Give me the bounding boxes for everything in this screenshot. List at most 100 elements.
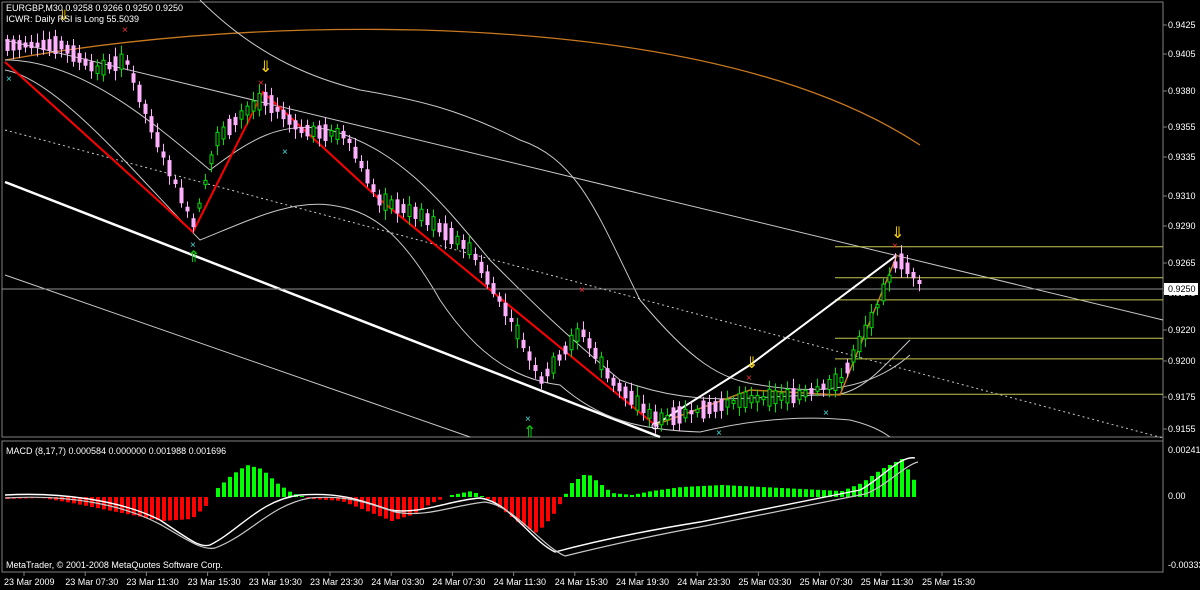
macd-bar (792, 488, 796, 497)
macd-bar (612, 493, 616, 497)
macd-bar (720, 485, 724, 497)
macd-bar (906, 469, 910, 497)
macd-bar (420, 497, 424, 509)
candle-body (725, 399, 730, 408)
candle-body (713, 401, 718, 412)
macd-axis: 0.00241 0.00 -0.00333 (1168, 445, 1200, 570)
candle-body (773, 390, 778, 405)
candle-body (389, 199, 394, 210)
candle-body (113, 56, 118, 72)
candle-body (539, 376, 544, 384)
candle-body (179, 187, 184, 204)
macd-bar (876, 471, 880, 497)
candle-body (125, 60, 130, 65)
candle-body (839, 376, 844, 384)
candle-body (599, 356, 604, 371)
time-tick-label: 24 Mar 11:30 (494, 577, 546, 587)
macd-histogram (6, 459, 916, 533)
macd-bar (252, 466, 256, 497)
candle-body (185, 206, 190, 212)
cross-icon: × (579, 285, 585, 296)
price-tick-label: 0.9405 (1168, 49, 1196, 59)
macd-bar (672, 488, 676, 497)
candle-body (41, 39, 46, 51)
candle-body (173, 179, 178, 185)
cross-icon: × (823, 408, 829, 419)
candle-body (635, 395, 640, 411)
macd-bar (624, 494, 628, 497)
macd-bar (240, 468, 244, 497)
copyright-text: MetaTrader, © 2001-2008 MetaQuotes Softw… (6, 560, 223, 570)
time-tick-label: 25 Mar 15:30 (922, 577, 975, 587)
candle-body (731, 399, 736, 405)
macd-bar (276, 483, 280, 497)
macd-bar (300, 496, 304, 497)
macd-bar (642, 492, 646, 497)
macd-bar (528, 497, 532, 530)
trading-chart[interactable]: ⇓ ⇓ ⇓ ⇓ ⇑ ⇑ × × × × × × × × × × × EURGBP… (0, 0, 1200, 590)
macd-bar (102, 497, 106, 510)
candle-body (473, 253, 478, 261)
candle-body (821, 383, 826, 390)
time-tick-label: 25 Mar 03:30 (738, 577, 791, 587)
macd-bar (540, 497, 544, 528)
candle-body (467, 242, 472, 255)
cross-icon: × (746, 373, 752, 384)
candle-body (257, 92, 262, 111)
candle-body (785, 388, 790, 404)
candle-body (299, 126, 304, 134)
macd-bar (816, 489, 820, 497)
cross-icon: × (190, 240, 196, 251)
price-axis: 0.9425 0.9405 0.9380 0.9355 0.9335 0.9310 0.92… (1163, 20, 1196, 434)
macd-bar (648, 491, 652, 497)
candle-body (155, 132, 160, 148)
macd-bar (258, 468, 262, 497)
candle-body (419, 208, 424, 222)
candle-body (353, 146, 358, 159)
candle-body (437, 222, 442, 233)
macd-bar (900, 459, 904, 497)
candle-body (629, 390, 634, 405)
candle-body (197, 202, 202, 209)
candle-body (563, 345, 568, 355)
macd-bar (732, 485, 736, 497)
candle-body (611, 377, 616, 386)
macd-bar (468, 491, 472, 497)
macd-bar (558, 497, 562, 505)
macd-bar (186, 497, 190, 520)
cross-icon: × (122, 25, 128, 36)
candle-body (761, 396, 766, 401)
candle-body (575, 328, 580, 342)
macd-bar (192, 497, 196, 518)
candle-body (209, 154, 214, 165)
candle-body (377, 194, 382, 206)
candle-body (293, 120, 298, 130)
macd-tick-label: -0.00333 (1168, 560, 1200, 570)
candle-body (491, 283, 496, 294)
price-tick-label: 0.9265 (1168, 258, 1196, 268)
macd-bar (432, 497, 436, 503)
candle-body (545, 368, 550, 377)
macd-bar (726, 485, 730, 497)
time-tick-label: 23 Mar 19:30 (249, 577, 302, 587)
upper-band (199, 0, 911, 391)
candle-body (719, 399, 724, 411)
candle-body (653, 411, 658, 427)
candle-body (671, 407, 676, 426)
macd-bar (360, 497, 364, 509)
candle-body (809, 388, 814, 395)
candle-body (911, 272, 916, 279)
macd-bar (486, 497, 490, 499)
candle-body (281, 109, 286, 120)
macd-bar (216, 488, 220, 497)
candle-body (845, 362, 850, 374)
candle-body (647, 408, 652, 419)
candle-body (269, 95, 274, 113)
candle-body (17, 40, 22, 50)
macd-bar (690, 486, 694, 497)
candle-body (527, 351, 532, 361)
price-tick-label: 0.9175 (1168, 392, 1196, 402)
macd-bar (786, 488, 790, 497)
macd-bar (822, 490, 826, 497)
candle-body (425, 213, 430, 226)
